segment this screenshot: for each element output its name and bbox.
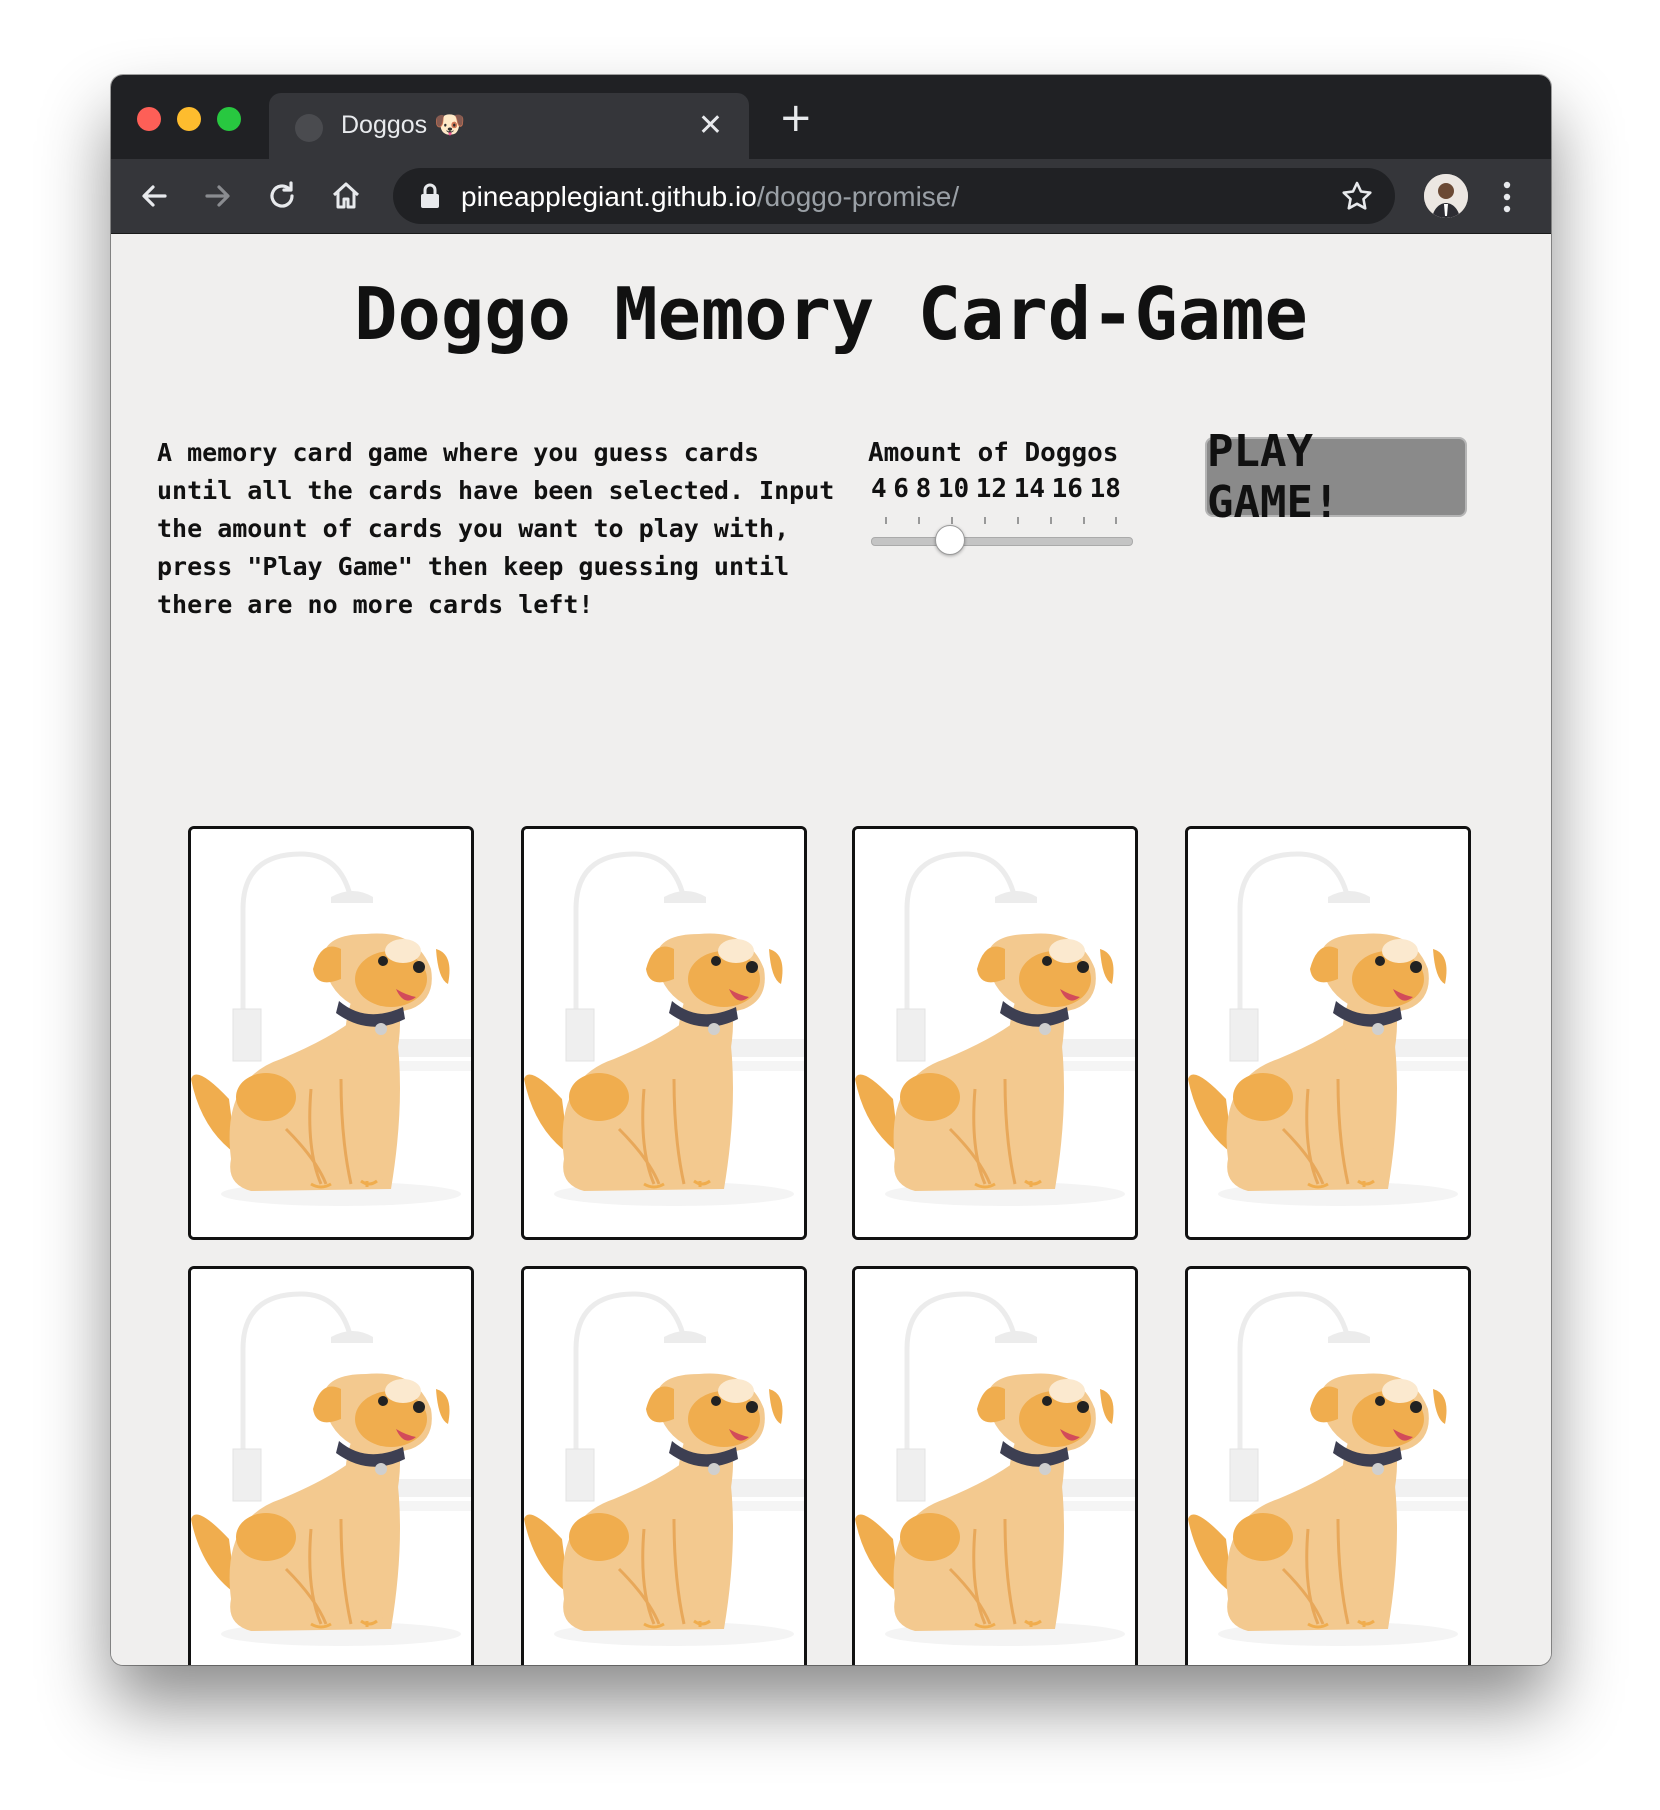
page-content: Doggo Memory Card-Game A memory card gam… (111, 234, 1551, 1665)
memory-card[interactable] (1185, 1266, 1471, 1665)
browser-window: Doggos 🐶 ✕ + pineapplegiant.github.io/do… (111, 75, 1551, 1665)
arrow-left-icon[interactable] (133, 175, 175, 217)
close-window-button[interactable] (137, 107, 161, 131)
amount-slider[interactable] (871, 517, 1133, 557)
close-tab-icon[interactable]: ✕ (698, 108, 723, 143)
memory-card[interactable] (188, 826, 474, 1240)
amount-option: 18 (1089, 474, 1121, 504)
url-text: pineapplegiant.github.io/doggo-promise/ (461, 181, 959, 213)
new-tab-button[interactable]: + (779, 95, 813, 141)
amount-option: 10 (937, 474, 970, 504)
tab-title: Doggos 🐶 (341, 111, 466, 139)
memory-card[interactable] (1185, 826, 1471, 1240)
kebab-menu-icon[interactable] (1501, 177, 1513, 217)
card-grid (188, 826, 1478, 1665)
memory-card[interactable] (521, 1266, 807, 1665)
reload-icon[interactable] (261, 175, 303, 217)
dog-illustration (855, 829, 1135, 1237)
amount-option: 16 (1051, 474, 1083, 504)
amount-option: 4 (871, 474, 887, 504)
memory-card[interactable] (188, 1266, 474, 1665)
amount-option: 6 (893, 474, 909, 504)
globe-icon (295, 114, 323, 142)
url-host: pineapplegiant.github.io (461, 181, 757, 212)
slider-thumb[interactable] (935, 525, 965, 555)
lock-icon (421, 183, 439, 208)
amount-options: 4 6 8 10 12 14 16 18 (871, 474, 1121, 504)
url-path: /doggo-promise/ (756, 181, 960, 212)
tab-strip: Doggos 🐶 ✕ + (111, 75, 1551, 159)
dog-illustration (855, 1269, 1135, 1665)
star-icon[interactable] (1339, 178, 1375, 214)
memory-card[interactable] (521, 826, 807, 1240)
arrow-right-icon[interactable] (197, 175, 239, 217)
maximize-window-button[interactable] (217, 107, 241, 131)
dog-illustration (191, 829, 471, 1237)
amount-option: 12 (975, 474, 1008, 504)
amount-label: Amount of Doggos (868, 438, 1119, 468)
minimize-window-button[interactable] (177, 107, 201, 131)
dog-illustration (191, 1269, 471, 1665)
game-description: A memory card game where you guess cards… (157, 438, 835, 619)
address-bar[interactable]: pineapplegiant.github.io/doggo-promise/ (393, 168, 1395, 224)
slider-ticks (885, 517, 1117, 524)
amount-option: 8 (915, 474, 932, 504)
dog-illustration (524, 1269, 804, 1665)
dog-illustration (1188, 829, 1468, 1237)
dog-illustration (524, 829, 804, 1237)
browser-toolbar: pineapplegiant.github.io/doggo-promise/ (111, 159, 1551, 234)
amount-option: 14 (1013, 474, 1046, 504)
play-game-button[interactable]: PLAY GAME! (1205, 426, 1467, 528)
tab-doggos[interactable]: Doggos 🐶 ✕ (269, 93, 749, 159)
page-title: Doggo Memory Card-Game (354, 272, 1308, 356)
slider-track[interactable] (871, 537, 1133, 546)
memory-card[interactable] (852, 1266, 1138, 1665)
memory-card[interactable] (852, 826, 1138, 1240)
profile-avatar[interactable] (1424, 174, 1468, 218)
dog-illustration (1188, 1269, 1468, 1665)
home-icon[interactable] (325, 175, 367, 217)
